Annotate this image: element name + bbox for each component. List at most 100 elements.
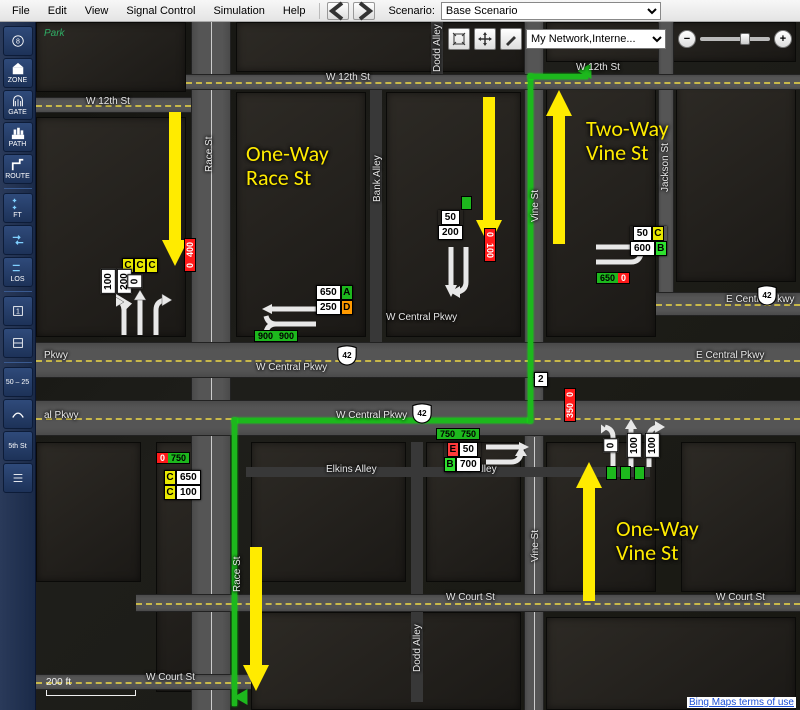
direction-arrow-icon bbox=[546, 90, 572, 245]
signal-green-icon bbox=[606, 466, 617, 480]
tool-box2[interactable] bbox=[3, 328, 33, 358]
menu-file[interactable]: File bbox=[4, 3, 38, 19]
signal-bar: 0750 bbox=[156, 452, 190, 464]
left-toolbar: 8 ZONE GATE PATH ROUTE FT LOS 1 50 – 25 … bbox=[0, 22, 36, 710]
annotation-one-vine: One-Way Vine St bbox=[616, 517, 699, 565]
toolbar-divider bbox=[4, 188, 32, 189]
label-bank-alley: Bank Alley bbox=[372, 155, 383, 202]
volume-ecp: 50C 600B bbox=[630, 226, 667, 256]
svg-text:42: 42 bbox=[417, 409, 427, 418]
layer-select[interactable]: My Network,Interne... bbox=[526, 29, 666, 49]
nav-back-button[interactable] bbox=[327, 2, 349, 20]
label-park: Park bbox=[44, 28, 65, 39]
signal-green-icon bbox=[634, 466, 645, 480]
menu-view[interactable]: View bbox=[77, 3, 117, 19]
tool-ft[interactable]: FT bbox=[3, 193, 33, 223]
route-overlay bbox=[528, 74, 533, 423]
label-race: Race St bbox=[204, 136, 215, 172]
volume-box: 0 bbox=[603, 439, 618, 453]
route-overlay bbox=[528, 74, 588, 79]
tool-5th-st[interactable]: 5th St bbox=[3, 431, 33, 461]
menu-edit[interactable]: Edit bbox=[40, 3, 75, 19]
zoom-out-button[interactable]: − bbox=[678, 30, 696, 48]
road-wcentral-n bbox=[36, 342, 800, 378]
volume-box: 100 bbox=[101, 269, 116, 294]
label-w12th: W 12th St bbox=[86, 96, 130, 107]
tool-curve[interactable] bbox=[3, 399, 33, 429]
map-canvas[interactable]: Park W 12th St W 12th St W 12th St Race … bbox=[36, 22, 800, 710]
label-wcourt: W Court St bbox=[446, 592, 495, 603]
volume-race-s: C650 C100 bbox=[164, 470, 201, 500]
signal-green-icon bbox=[461, 196, 472, 210]
menu-bar: File Edit View Signal Control Simulation… bbox=[0, 0, 800, 22]
svg-text:8: 8 bbox=[16, 39, 20, 46]
tool-list[interactable] bbox=[3, 463, 33, 493]
menu-simulation[interactable]: Simulation bbox=[205, 3, 272, 19]
edit-button[interactable] bbox=[500, 28, 522, 50]
pan-button[interactable] bbox=[474, 28, 496, 50]
road-w12th bbox=[186, 74, 800, 90]
label-race: Race St bbox=[232, 556, 243, 592]
tool-zone[interactable]: ZONE bbox=[3, 58, 33, 88]
zoom-in-button[interactable]: + bbox=[774, 30, 792, 48]
building-block bbox=[676, 82, 796, 282]
menu-signal-control[interactable]: Signal Control bbox=[118, 3, 203, 19]
us-route-shield: 42 bbox=[336, 344, 358, 366]
volume-wcp: 650A 250D bbox=[316, 285, 353, 315]
terms-link[interactable]: Bing Maps terms of use bbox=[687, 697, 796, 708]
toolbar-divider bbox=[4, 362, 32, 363]
label-wcentral: W Central Pkwy bbox=[336, 410, 407, 421]
tool-los[interactable]: LOS bbox=[3, 257, 33, 287]
tool-arrows[interactable] bbox=[3, 225, 33, 255]
building-block bbox=[251, 442, 406, 582]
tool-route[interactable]: ROUTE bbox=[3, 154, 33, 184]
label-dodd-alley: Dodd Alley bbox=[412, 624, 423, 672]
toolbar-divider bbox=[4, 291, 32, 292]
direction-arrow-icon bbox=[576, 462, 602, 602]
turn-arrows bbox=[116, 290, 176, 343]
label-wcentral: W Central Pkwy bbox=[256, 362, 327, 373]
label-ecentral: E Central Pkwy bbox=[696, 350, 764, 361]
tool-gate[interactable]: GATE bbox=[3, 90, 33, 120]
volume-box: 0 bbox=[127, 275, 142, 289]
fit-extent-button[interactable] bbox=[448, 28, 470, 50]
tool-range[interactable]: 50 – 25 bbox=[3, 367, 33, 397]
scenario-label: Scenario: bbox=[388, 5, 434, 17]
us-route-shield: 42 bbox=[756, 284, 778, 306]
signal-bar: 0400 bbox=[184, 238, 196, 272]
building-block bbox=[251, 612, 521, 710]
annotation-two-vine: Two-Way Vine St bbox=[586, 117, 669, 165]
scale-label: 200 ft bbox=[46, 677, 71, 688]
label-pkwy: Pkwy bbox=[44, 350, 68, 361]
label-w12th: W 12th St bbox=[576, 62, 620, 73]
scale-bar: 200 ft bbox=[46, 677, 136, 696]
tool-intersection[interactable]: 8 bbox=[3, 26, 33, 56]
signal-bar: 3500 bbox=[564, 388, 576, 422]
volume-box: 100 bbox=[627, 433, 642, 458]
scenario-select[interactable]: Base Scenario bbox=[441, 2, 661, 20]
label-wcourt: W Court St bbox=[146, 672, 195, 683]
signal-bar: 900900 bbox=[254, 330, 298, 342]
annotation-race: One-Way Race St bbox=[246, 142, 329, 190]
label-elkins: Elkins Alley bbox=[326, 464, 377, 475]
svg-text:1: 1 bbox=[16, 309, 20, 316]
label-vine: Vine St bbox=[530, 530, 541, 562]
signal-bar: 6500 bbox=[596, 272, 630, 284]
tool-path[interactable]: PATH bbox=[3, 122, 33, 152]
volume-box: 100 bbox=[645, 433, 660, 458]
label-vine: Vine St bbox=[530, 190, 541, 222]
signal-bar: 0100 bbox=[484, 228, 496, 262]
zoom-controls: − + bbox=[678, 30, 792, 48]
zoom-slider[interactable] bbox=[700, 37, 770, 41]
svg-text:42: 42 bbox=[762, 291, 772, 300]
nav-forward-button[interactable] bbox=[353, 2, 375, 20]
direction-arrow-icon bbox=[243, 547, 269, 692]
tool-box1[interactable]: 1 bbox=[3, 296, 33, 326]
map-controls: My Network,Interne... − + bbox=[448, 28, 792, 50]
label-dodd-alley: Dodd Alley bbox=[432, 24, 443, 72]
label-pkwy: al Pkwy bbox=[44, 410, 78, 421]
signal-bar: 750750 bbox=[436, 428, 480, 440]
label-w12th: W 12th St bbox=[326, 72, 370, 83]
menu-help[interactable]: Help bbox=[275, 3, 314, 19]
node-marker: 2 bbox=[534, 372, 548, 387]
